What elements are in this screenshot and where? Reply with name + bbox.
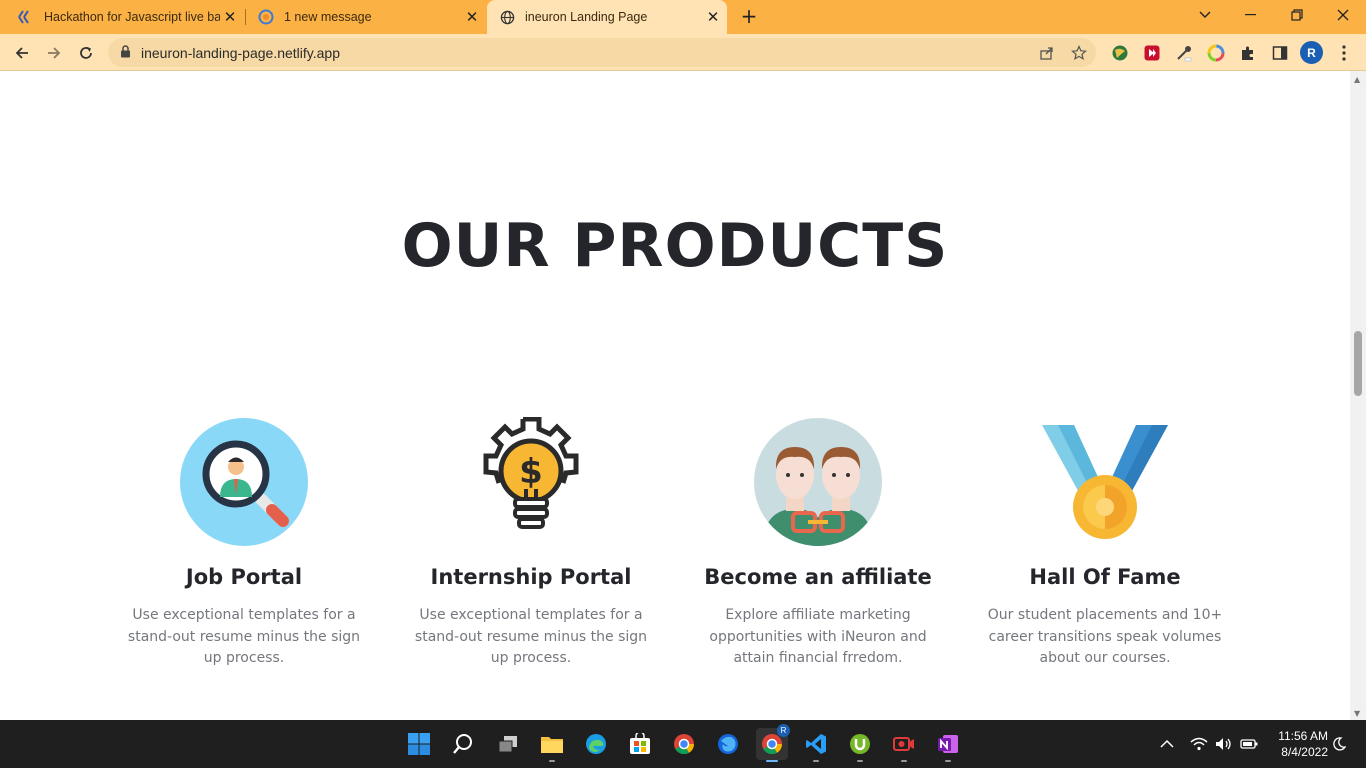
firefox-icon[interactable]: [712, 728, 744, 760]
windows-taskbar: R 11:56 AM 8/4/2022: [0, 720, 1366, 768]
browser-tab-strip: Hackathon for Javascript live batc ✕ 1 n…: [0, 0, 1366, 34]
chrome-icon[interactable]: [668, 728, 700, 760]
back-icon[interactable]: [9, 40, 35, 66]
close-tab-icon[interactable]: ✕: [462, 8, 482, 26]
tab-hackathon[interactable]: Hackathon for Javascript live batc ✕: [0, 0, 244, 34]
globe-icon: [499, 9, 515, 25]
product-card-hall-of-fame[interactable]: Hall Of Fame Our student placements and …: [965, 417, 1245, 670]
section-heading: OUR PRODUCTS: [401, 211, 949, 281]
running-indicator: [813, 760, 819, 762]
extension-globe-icon[interactable]: [1110, 43, 1130, 63]
clock-time: 11:56 AM: [1278, 729, 1328, 743]
clock-date: 8/4/2022: [1281, 745, 1328, 759]
profile-avatar[interactable]: R: [1300, 41, 1323, 64]
tab-title: 1 new message: [284, 10, 372, 24]
running-indicator: [549, 760, 555, 762]
onenote-icon[interactable]: [932, 728, 964, 762]
page-scrollbar[interactable]: ▲ ▼: [1350, 71, 1366, 720]
product-card-affiliate[interactable]: Become an affiliate Explore affiliate ma…: [678, 417, 958, 670]
task-view-icon[interactable]: [492, 728, 524, 760]
bookmark-star-icon[interactable]: [1070, 44, 1088, 62]
product-description: Explore affiliate marketing opportunitie…: [709, 607, 927, 666]
product-title: Internship Portal: [430, 565, 632, 589]
screen-recorder-icon[interactable]: [888, 728, 920, 762]
chrome-profile-badge: R: [777, 724, 790, 737]
chrome-menu-icon[interactable]: [1334, 43, 1354, 63]
dev-logo-icon: [18, 9, 34, 25]
close-tab-icon[interactable]: ✕: [220, 8, 240, 26]
tab-ineuron-landing[interactable]: ineuron Landing Page ✕: [487, 0, 727, 34]
tab-search-icon[interactable]: [1182, 0, 1228, 30]
chat-icon: [258, 9, 274, 25]
linked-people-icon: [753, 417, 883, 547]
product-title: Become an affiliate: [704, 565, 932, 589]
product-card-internship-portal[interactable]: $ Internship Portal Use exceptional temp…: [391, 416, 671, 670]
extension-media-icon[interactable]: [1142, 43, 1162, 63]
minimize-icon[interactable]: [1228, 0, 1274, 30]
focus-assist-moon-icon[interactable]: [1332, 720, 1346, 768]
url-text: ineuron-landing-page.netlify.app: [141, 44, 340, 61]
product-description: Our student placements and 10+ career tr…: [987, 607, 1223, 666]
product-title: Job Portal: [185, 565, 303, 589]
address-bar[interactable]: ineuron-landing-page.netlify.app: [108, 38, 1096, 67]
utorrent-icon[interactable]: [844, 728, 876, 762]
show-hidden-icons-icon[interactable]: [1160, 720, 1174, 768]
tab-title: Hackathon for Javascript live batc: [44, 10, 220, 24]
extensions-puzzle-icon[interactable]: [1238, 43, 1258, 63]
running-indicator: [766, 760, 778, 762]
scroll-up-arrow-icon[interactable]: ▲: [1354, 75, 1360, 84]
medal-icon: [1040, 417, 1170, 547]
search-icon[interactable]: [447, 728, 479, 760]
running-indicator: [901, 760, 907, 762]
battery-icon[interactable]: [1240, 720, 1258, 768]
running-indicator: [857, 760, 863, 762]
product-title: Hall Of Fame: [1029, 565, 1181, 589]
svg-text:$: $: [519, 452, 543, 492]
volume-icon[interactable]: [1215, 720, 1233, 768]
magnifier-person-icon: [179, 417, 309, 547]
eyedropper-icon[interactable]: [1174, 43, 1194, 63]
reload-icon[interactable]: [73, 40, 99, 66]
product-description: Use exceptional templates for a stand-ou…: [414, 607, 648, 666]
vscode-icon[interactable]: [800, 728, 832, 762]
forward-icon[interactable]: [41, 40, 67, 66]
chrome-profile-taskbar-icon[interactable]: R: [756, 724, 790, 762]
restore-icon[interactable]: [1274, 0, 1320, 30]
windows-start-icon[interactable]: [403, 728, 435, 760]
tab-title: ineuron Landing Page: [525, 10, 648, 24]
system-clock[interactable]: 11:56 AM 8/4/2022: [1268, 728, 1328, 760]
product-card-job-portal[interactable]: Job Portal Use exceptional templates for…: [104, 417, 384, 670]
browser-toolbar: ineuron-landing-page.netlify.app R: [0, 34, 1366, 71]
lock-icon[interactable]: [120, 43, 131, 62]
tab-new-message[interactable]: 1 new message ✕: [240, 0, 486, 34]
close-tab-icon[interactable]: ✕: [703, 8, 723, 26]
lightbulb-gear-dollar-icon: $: [466, 416, 596, 547]
product-description: Use exceptional templates for a stand-ou…: [127, 607, 361, 666]
edge-browser-icon[interactable]: [580, 728, 612, 760]
close-window-icon[interactable]: [1320, 0, 1366, 30]
new-tab-button[interactable]: +: [738, 5, 760, 27]
color-wheel-icon[interactable]: [1206, 43, 1226, 63]
file-explorer-icon[interactable]: [536, 728, 568, 762]
page-viewport: OUR PRODUCTS Job Portal Use exceptional …: [0, 71, 1350, 720]
share-icon[interactable]: [1038, 44, 1056, 62]
scroll-down-arrow-icon[interactable]: ▼: [1354, 709, 1360, 718]
running-indicator: [945, 760, 951, 762]
side-panel-icon[interactable]: [1270, 43, 1290, 63]
scrollbar-thumb[interactable]: [1354, 331, 1362, 396]
wifi-icon[interactable]: [1190, 720, 1208, 768]
microsoft-store-icon[interactable]: [624, 728, 656, 760]
